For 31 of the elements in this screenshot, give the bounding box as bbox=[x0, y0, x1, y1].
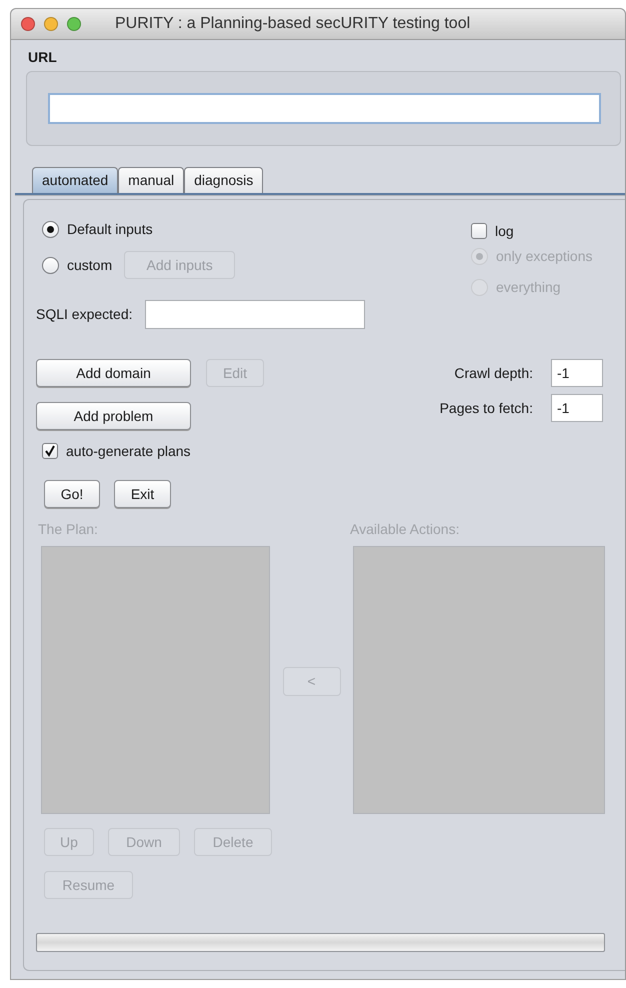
checkbox[interactable] bbox=[471, 223, 487, 239]
sqli-field[interactable] bbox=[144, 300, 365, 329]
checkbox-label: log bbox=[495, 222, 514, 241]
exit-button[interactable]: Exit bbox=[114, 480, 171, 508]
radio-label: everything bbox=[496, 278, 561, 297]
field-label: Pages to fetch: bbox=[440, 398, 533, 418]
go-button[interactable]: Go! bbox=[44, 480, 100, 508]
list-label: Available Actions: bbox=[350, 520, 460, 539]
close-button[interactable] bbox=[21, 17, 35, 31]
window-title: PURITY : a Planning-based secURITY testing tool bbox=[115, 14, 470, 34]
radio-label: custom bbox=[67, 256, 112, 274]
add-problem-button[interactable]: Add problem bbox=[36, 402, 191, 430]
checkbox-label: auto-generate plans bbox=[66, 442, 191, 461]
pages-field[interactable]: -1 bbox=[551, 394, 603, 422]
checkbox[interactable] bbox=[42, 443, 58, 459]
tab[interactable]: diagnosis bbox=[184, 167, 264, 193]
radio-label: only exceptions bbox=[496, 246, 593, 266]
radio-button[interactable] bbox=[42, 220, 59, 238]
url-label: URL bbox=[28, 48, 58, 67]
field-label: SQLI expected: bbox=[36, 305, 133, 324]
crawl-depth-field[interactable]: -1 bbox=[551, 359, 603, 387]
zoom-button[interactable] bbox=[67, 17, 81, 31]
add-domain-button[interactable]: Add domain bbox=[36, 359, 191, 387]
list-label: The Plan: bbox=[38, 520, 99, 539]
minimize-button[interactable] bbox=[44, 17, 58, 31]
radio-label: Default inputs bbox=[67, 220, 153, 239]
field-label: Crawl depth: bbox=[454, 364, 533, 383]
radio-button[interactable] bbox=[42, 256, 59, 274]
tab[interactable]: manual bbox=[118, 167, 184, 193]
tab[interactable]: automated bbox=[32, 167, 118, 193]
url-field[interactable] bbox=[48, 93, 601, 124]
